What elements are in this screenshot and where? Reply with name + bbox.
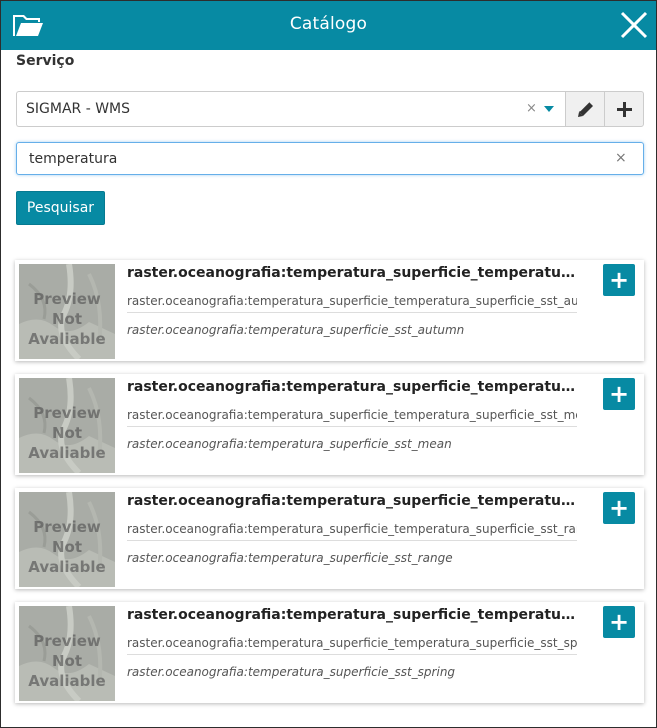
close-icon[interactable] — [619, 10, 649, 40]
search-clear-icon[interactable]: × — [615, 150, 627, 166]
search-input[interactable] — [29, 149, 609, 169]
preview-thumbnail: Preview Not Avaliable — [19, 378, 115, 473]
preview-placeholder-text: Preview Not Avaliable — [28, 404, 106, 462]
edit-service-button[interactable] — [565, 91, 605, 127]
result-card: Preview Not Avaliable raster.oceanografi… — [15, 488, 644, 589]
result-card: Preview Not Avaliable raster.oceanografi… — [15, 260, 644, 361]
result-card: Preview Not Avaliable raster.oceanografi… — [15, 374, 644, 475]
result-title: raster.oceanografia:temperatura_superfic… — [127, 265, 577, 281]
result-description: raster.oceanografia:temperatura_superfic… — [127, 437, 452, 451]
add-layer-button[interactable]: + — [603, 264, 635, 296]
result-description: raster.oceanografia:temperatura_superfic… — [127, 665, 456, 679]
result-name: raster.oceanografia:temperatura_superfic… — [127, 636, 577, 655]
result-title: raster.oceanografia:temperatura_superfic… — [127, 493, 577, 509]
add-service-button[interactable] — [604, 91, 644, 127]
service-selected-value: SIGMAR - WMS — [26, 101, 131, 117]
plus-icon: + — [608, 266, 630, 294]
preview-placeholder-text: Preview Not Avaliable — [28, 518, 106, 576]
plus-icon: + — [608, 608, 630, 636]
add-layer-button[interactable]: + — [603, 378, 635, 410]
page-title: Catálogo — [289, 14, 368, 34]
result-description: raster.oceanografia:temperatura_superfic… — [127, 551, 453, 565]
result-title: raster.oceanografia:temperatura_superfic… — [127, 379, 577, 395]
preview-placeholder-text: Preview Not Avaliable — [28, 632, 106, 690]
result-name: raster.oceanografia:temperatura_superfic… — [127, 522, 577, 541]
catalog-header: Catálogo — [1, 1, 656, 50]
add-layer-button[interactable]: + — [603, 606, 635, 638]
plus-icon: + — [608, 494, 630, 522]
search-box: × — [16, 142, 644, 175]
preview-thumbnail: Preview Not Avaliable — [19, 492, 115, 587]
service-clear-icon[interactable]: × — [526, 101, 537, 116]
result-card: Preview Not Avaliable raster.oceanografi… — [15, 602, 644, 703]
preview-thumbnail: Preview Not Avaliable — [19, 264, 115, 359]
add-layer-button[interactable]: + — [603, 492, 635, 524]
chevron-down-icon[interactable] — [544, 106, 554, 112]
catalog-panel: Catálogo Serviço SIGMAR - WMS × temperat… — [0, 0, 657, 728]
result-name: raster.oceanografia:temperatura_superfic… — [127, 408, 577, 427]
service-label: Serviço — [16, 53, 75, 69]
service-select[interactable]: SIGMAR - WMS × — [16, 91, 565, 127]
result-title: raster.oceanografia:temperatura_superfic… — [127, 607, 577, 623]
preview-thumbnail: Preview Not Avaliable — [19, 606, 115, 701]
result-name: raster.oceanografia:temperatura_superfic… — [127, 294, 577, 313]
preview-placeholder-text: Preview Not Avaliable — [28, 290, 106, 348]
search-button[interactable]: Pesquisar — [16, 191, 105, 225]
plus-icon: + — [608, 380, 630, 408]
result-description: raster.oceanografia:temperatura_superfic… — [127, 323, 465, 337]
